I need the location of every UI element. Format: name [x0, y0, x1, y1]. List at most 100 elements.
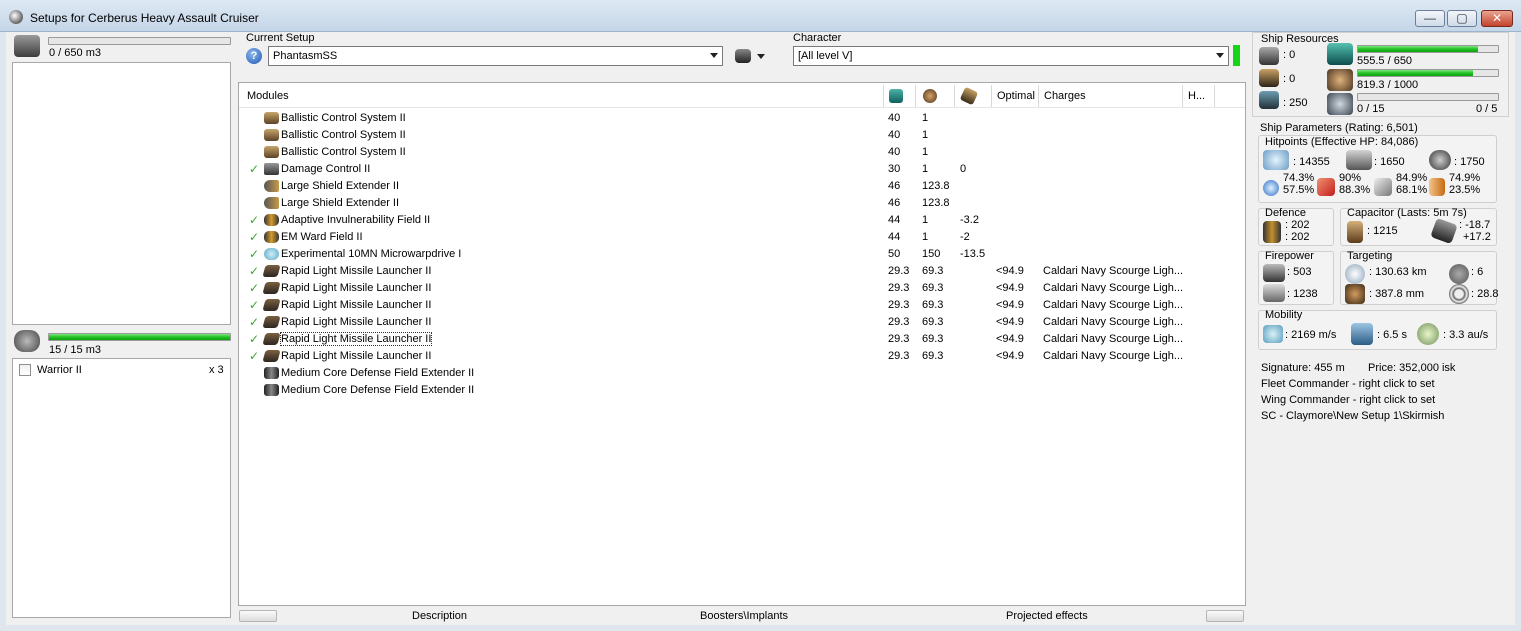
module-charge: Caldari Navy Scourge Ligh... [1043, 333, 1184, 345]
ship-parameters-panel: Ship Parameters (Rating: 6,501) Hitpoint… [1252, 120, 1509, 620]
tab-boosters-implants[interactable]: Boosters\Implants [700, 610, 788, 622]
module-pg: 123.8 [922, 197, 950, 209]
col-charges[interactable]: Charges [1044, 90, 1086, 102]
character-select[interactable]: [All level V] [793, 46, 1229, 66]
ship-parameters-title: Ship Parameters (Rating: 6,501) [1260, 122, 1418, 134]
module-name: Rapid Light Missile Launcher II [281, 316, 432, 328]
module-row[interactable]: Medium Core Defense Field Extender II [239, 365, 1243, 382]
active-check-icon[interactable]: ✓ [249, 162, 259, 176]
module-row[interactable]: ✓ Damage Control II 30 1 0 [239, 161, 1243, 178]
module-cpu: 30 [888, 163, 901, 175]
module-launcher-icon [262, 299, 281, 311]
col-modules[interactable]: Modules [247, 90, 289, 102]
drone-bay-bar [48, 333, 231, 341]
defence-group: Defence : 202 : 202 [1258, 207, 1334, 246]
module-row[interactable]: Ballistic Control System II 40 1 [239, 144, 1243, 161]
tab-description[interactable]: Description [412, 610, 467, 622]
module-pg: 69.3 [922, 316, 944, 328]
minimize-button[interactable]: — [1415, 10, 1445, 27]
targeting-group: Targeting : 130.63 km : 6 : 387.8 mm : 2… [1340, 250, 1499, 305]
current-setup-label: Current Setup [246, 32, 315, 44]
module-pg: 150 [922, 248, 941, 260]
module-cpu: 40 [888, 129, 901, 141]
drone-checkbox[interactable] [19, 364, 31, 376]
capacitor-icon[interactable] [959, 86, 979, 106]
warp-speed-icon [1417, 323, 1439, 345]
active-check-icon[interactable]: ✓ [249, 247, 259, 261]
firepower-dps: : 503 [1287, 266, 1312, 278]
cpu-icon[interactable] [889, 89, 903, 103]
module-name: Large Shield Extender II [281, 197, 400, 209]
module-row[interactable]: Large Shield Extender II 46 123.8 [239, 178, 1243, 195]
col-optimal[interactable]: Optimal [997, 90, 1035, 102]
hitpoints-group: Hitpoints (Effective HP: 84,086) : 14355… [1258, 135, 1497, 203]
cpu-icon [1327, 43, 1353, 65]
module-row[interactable]: ✓ Rapid Light Missile Launcher II 29.3 69.3… [239, 297, 1243, 314]
module-row[interactable]: ✓ Rapid Light Missile Launcher II 29.3 69.3… [239, 263, 1243, 280]
active-check-icon[interactable]: ✓ [249, 281, 259, 295]
active-check-icon[interactable]: ✓ [249, 230, 259, 244]
active-check-icon[interactable]: ✓ [249, 213, 259, 227]
module-row[interactable]: ✓ EM Ward Field II 44 1 -2 [239, 229, 1243, 246]
bays-button[interactable] [239, 610, 277, 622]
title-bar: Setups for Cerberus Heavy Assault Cruise… [0, 0, 1521, 32]
module-name: EM Ward Field II [281, 231, 363, 243]
drone-bay-label: 15 / 15 m3 [49, 344, 101, 356]
defence-value-2: : 202 [1285, 231, 1310, 243]
ship-menu-icon[interactable] [735, 49, 751, 63]
powergrid-icon[interactable] [923, 89, 937, 103]
module-row[interactable]: ✓ Experimental 10MN Microwarpdrive I 50 150… [239, 246, 1243, 263]
character-status-indicator [1233, 45, 1240, 66]
module-row[interactable]: ✓ Rapid Light Missile Launcher II 29.3 69.3… [239, 280, 1243, 297]
capacitor-value: : 1215 [1367, 225, 1398, 237]
module-optimal: <94.9 [996, 350, 1024, 362]
module-row[interactable]: ✓ Rapid Light Missile Launcher II 29.3 69.3… [239, 314, 1243, 331]
active-check-icon[interactable]: ✓ [249, 315, 259, 329]
module-pg: 1 [922, 129, 929, 141]
module-cap: -3.2 [960, 214, 979, 226]
module-row[interactable]: Ballistic Control System II 40 1 [239, 110, 1243, 127]
app-icon [9, 10, 23, 24]
drone-bandwidth-icon [1327, 93, 1353, 115]
module-row[interactable]: Ballistic Control System II 40 1 [239, 127, 1243, 144]
stats-button[interactable] [1206, 610, 1244, 622]
module-pg: 69.3 [922, 299, 944, 311]
module-name: Rapid Light Missile Launcher II [281, 265, 432, 277]
module-row[interactable]: Large Shield Extender II 46 123.8 [239, 195, 1243, 212]
chevron-down-icon[interactable] [757, 54, 765, 59]
setup-select[interactable]: PhantasmSS [268, 46, 723, 66]
scan-resolution-icon [1345, 284, 1365, 304]
col-h[interactable]: H... [1188, 90, 1205, 102]
active-check-icon[interactable]: ✓ [249, 332, 259, 346]
cap-recharge-icon [1430, 217, 1458, 245]
module-optimal: <94.9 [996, 282, 1024, 294]
module-dc-icon [264, 163, 279, 175]
tab-projected-effects[interactable]: Projected effects [1006, 610, 1088, 622]
signature-radius: Signature: 455 m [1261, 362, 1345, 374]
launcher-hardpoint-icon [1259, 69, 1279, 87]
maximize-button[interactable]: ▢ [1447, 10, 1477, 27]
ship-resources-panel: Ship Resources : 0 : 0 : 250 555.5 / 650… [1252, 32, 1509, 117]
active-check-icon[interactable]: ✓ [249, 349, 259, 363]
wing-commander[interactable]: Wing Commander - right click to set [1261, 394, 1435, 406]
module-name: Rapid Light Missile Launcher II [281, 299, 432, 311]
volley-icon [1263, 284, 1285, 302]
squad-commander[interactable]: SC - Claymore\New Setup 1\Skirmish [1261, 410, 1444, 422]
module-name: Ballistic Control System II [281, 112, 406, 124]
active-check-icon[interactable]: ✓ [249, 298, 259, 312]
close-button[interactable]: ✕ [1481, 10, 1513, 27]
module-name: Ballistic Control System II [281, 129, 406, 141]
mobility-group: Mobility : 2169 m/s : 6.5 s : 3.3 au/s [1258, 309, 1497, 350]
module-row[interactable]: Medium Core Defense Field Extender II [239, 382, 1243, 399]
module-row[interactable]: ✓ Adaptive Invulnerability Field II 44 1 -3.… [239, 212, 1243, 229]
modules-table[interactable]: Modules Optimal Charges H... Ballistic C… [238, 82, 1246, 606]
structure-icon [1429, 150, 1451, 170]
module-row[interactable]: ✓ Rapid Light Missile Launcher II 29.3 69.3… [239, 331, 1243, 348]
ship-price: Price: 352,000 isk [1368, 362, 1456, 374]
fleet-commander[interactable]: Fleet Commander - right click to set [1261, 378, 1435, 390]
drone-list[interactable]: Warrior II x 3 [12, 358, 231, 618]
cargo-list[interactable] [12, 62, 231, 325]
module-row[interactable]: ✓ Rapid Light Missile Launcher II 29.3 69.3… [239, 348, 1243, 365]
help-icon[interactable]: ? [246, 48, 262, 64]
active-check-icon[interactable]: ✓ [249, 264, 259, 278]
